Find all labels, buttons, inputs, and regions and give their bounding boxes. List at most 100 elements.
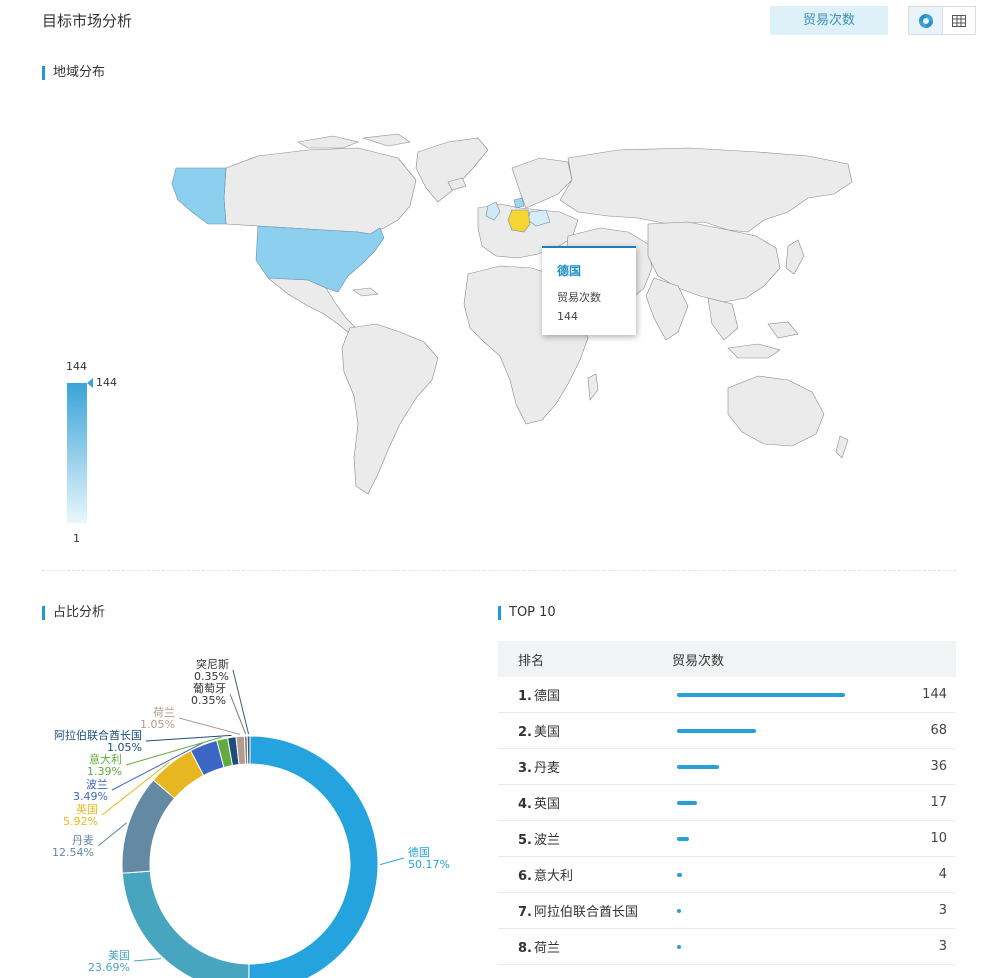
label-leader-line: [133, 958, 161, 962]
row-rank: 2.: [518, 725, 532, 740]
table-row[interactable]: 8. 荷兰 3: [498, 929, 956, 965]
top10-section-title: TOP 10: [498, 606, 556, 620]
row-rank: 5.: [518, 833, 532, 848]
row-bar-cell: [677, 929, 907, 965]
legend-max-label: 144: [66, 360, 87, 373]
row-bar: [677, 800, 697, 805]
row-value: 36: [930, 759, 947, 774]
row-country: 荷兰: [533, 941, 560, 956]
row-bar-cell: [677, 713, 907, 749]
row-country-cell: 6. 意大利: [498, 865, 677, 884]
slice-name-label: 突尼斯: [196, 657, 229, 671]
column-header-count: 贸易次数: [672, 653, 725, 669]
row-country-cell: 7. 阿拉伯联合酋长国: [498, 901, 677, 920]
table-header: 排名 贸易次数: [498, 641, 956, 677]
top10-table: 排名 贸易次数 1. 德国 144 2. 美国 68 3. 丹麦 36 4. 英国 17 5. 波兰 10 6…: [498, 641, 956, 965]
row-rank: 1.: [518, 689, 532, 704]
row-country: 波兰: [533, 833, 560, 848]
legend-handle-icon[interactable]: [87, 378, 93, 388]
row-bar-cell: [677, 785, 907, 821]
label-leader-line: [97, 822, 128, 847]
row-country: 阿拉伯联合酋长国: [533, 905, 638, 920]
table-row[interactable]: 7. 阿拉伯联合酋长国 3: [498, 893, 956, 929]
row-bar: [677, 908, 681, 913]
label-leader-line: [379, 857, 405, 866]
slice-percent-label: 23.69%: [88, 961, 130, 974]
row-value: 10: [930, 831, 947, 846]
row-bar: [677, 836, 689, 841]
legend-handle-label: 144: [96, 376, 117, 389]
slice-percent-label: 5.92%: [63, 815, 98, 828]
row-bar-cell: [677, 821, 907, 857]
row-rank: 4.: [518, 797, 532, 812]
row-bar: [677, 764, 719, 769]
table-row[interactable]: 2. 美国 68: [498, 713, 956, 749]
page-title: 目标市场分析: [42, 12, 133, 30]
row-country: 意大利: [533, 869, 573, 884]
slice-percent-label: 0.35%: [194, 670, 229, 683]
donut-slice[interactable]: [121, 870, 250, 978]
row-value: 3: [938, 939, 947, 954]
label-leader-line: [232, 669, 250, 735]
slice-name-label: 德国: [408, 845, 430, 859]
donut-chart-icon: [918, 13, 933, 28]
row-rank: 6.: [518, 869, 532, 884]
column-header-rank: 排名: [518, 653, 545, 669]
row-value: 68: [930, 723, 947, 738]
view-toggle: [908, 6, 976, 35]
map-denmark: [513, 197, 525, 209]
tooltip-country: 德国: [557, 264, 582, 278]
row-bar-cell: [677, 677, 907, 713]
row-country-cell: 8. 荷兰: [498, 937, 677, 956]
row-value: 4: [938, 867, 947, 882]
table-row[interactable]: 6. 意大利 4: [498, 857, 956, 893]
donut-slice[interactable]: [248, 735, 379, 978]
map-south-america: [341, 323, 439, 495]
pie-section-title: 占比分析: [42, 606, 105, 620]
table-row[interactable]: 4. 英国 17: [498, 785, 956, 821]
visual-map-gradient[interactable]: [67, 383, 87, 523]
row-bar: [677, 872, 682, 877]
tooltip-metric-value: 144: [557, 310, 578, 323]
map-germany: [507, 209, 531, 233]
map-section-title: 地域分布: [42, 66, 105, 80]
map-mexico: [267, 277, 357, 333]
chart-view-button[interactable]: [909, 7, 942, 34]
slice-percent-label: 1.39%: [87, 765, 122, 778]
slice-name-label: 英国: [76, 802, 98, 816]
metric-select-button[interactable]: 贸易次数: [770, 6, 888, 35]
row-bar-cell: [677, 749, 907, 785]
map-alaska-usa: [171, 167, 227, 225]
row-country: 丹麦: [533, 761, 560, 776]
slice-percent-label: 12.54%: [52, 846, 94, 859]
table-row[interactable]: 1. 德国 144: [498, 677, 956, 713]
table-row[interactable]: 3. 丹麦 36: [498, 749, 956, 785]
donut-slice[interactable]: [121, 779, 176, 874]
table-view-button[interactable]: [942, 7, 975, 34]
map-russia: [559, 147, 853, 233]
row-country: 德国: [533, 689, 560, 704]
row-country-cell: 3. 丹麦: [498, 757, 677, 776]
map-canada: [223, 147, 417, 235]
slice-percent-label: 50.17%: [408, 858, 450, 871]
donut-slice[interactable]: [246, 735, 251, 765]
map-greenland: [415, 137, 489, 203]
table-row[interactable]: 5. 波兰 10: [498, 821, 956, 857]
row-bar: [677, 692, 845, 697]
row-country: 英国: [533, 797, 560, 812]
world-map[interactable]: [148, 128, 853, 502]
row-country-cell: 1. 德国: [498, 685, 677, 704]
map-australia: [727, 375, 825, 447]
slice-name-label: 阿拉伯联合酋长国: [54, 728, 142, 742]
slice-percent-label: 0.35%: [191, 694, 226, 707]
row-value: 144: [922, 687, 947, 702]
map-japan: [785, 239, 805, 275]
row-rank: 3.: [518, 761, 532, 776]
tooltip-metric-label: 贸易次数: [557, 291, 601, 304]
legend-min-label: 1: [73, 532, 80, 545]
row-bar-cell: [677, 893, 907, 929]
table-grid-icon: [952, 14, 966, 27]
label-leader-line: [178, 717, 241, 735]
section-divider: [42, 570, 956, 571]
row-bar-cell: [677, 857, 907, 893]
